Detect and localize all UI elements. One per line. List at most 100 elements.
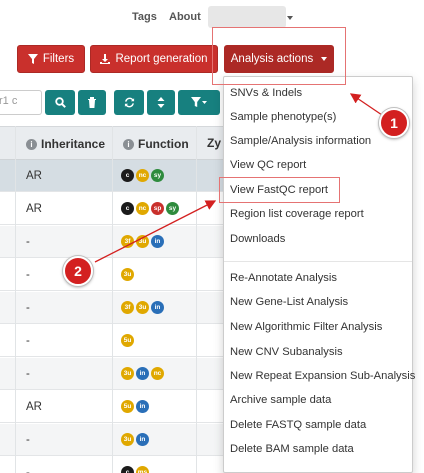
header-function[interactable]: i Function	[123, 127, 189, 161]
function-badge: nc	[136, 169, 149, 182]
function-badge: sy	[166, 202, 179, 215]
user-menu-caret-icon[interactable]	[287, 16, 293, 20]
menu-item-region-list-coverage-report[interactable]: Region list coverage report	[230, 208, 364, 220]
menu-item-new-algorithmic-filter-analysis[interactable]: New Algorithmic Filter Analysis	[230, 321, 382, 333]
clear-search-button[interactable]	[78, 90, 106, 115]
table-header: i Inheritance i Function	[0, 126, 240, 160]
function-badge: 5u	[121, 400, 134, 413]
function-badges: 3u	[121, 268, 134, 281]
column-divider	[15, 126, 16, 473]
inheritance-cell: -	[26, 302, 30, 314]
table-row[interactable]: - c ms	[0, 457, 240, 473]
table-row[interactable]: - 3u in	[0, 424, 240, 456]
header-inheritance[interactable]: i Inheritance	[26, 127, 105, 161]
download-icon	[100, 54, 111, 64]
menu-item-new-repeat-expansion-sub-analysis[interactable]: New Repeat Expansion Sub-Analysis	[230, 370, 415, 382]
inheritance-cell: -	[26, 269, 30, 281]
function-badge: in	[151, 301, 164, 314]
table-row[interactable]: AR c nc sy	[0, 160, 240, 192]
menu-item-new-cnv-subanalysis[interactable]: New CNV Subanalysis	[230, 346, 343, 358]
user-menu[interactable]	[208, 6, 286, 28]
function-badge: c	[121, 169, 134, 182]
table-row[interactable]: - 3u in nc	[0, 358, 240, 390]
table-row[interactable]: - 3u	[0, 259, 240, 291]
function-badges: 3f 3u in	[121, 301, 164, 314]
inheritance-cell: AR	[26, 170, 42, 182]
filter-dropdown-icon	[191, 97, 207, 107]
function-badge: 3u	[136, 235, 149, 248]
search-placeholder: r1 c	[0, 95, 18, 107]
table-row[interactable]: - 3f 3u in	[0, 292, 240, 324]
table-row[interactable]: - 5u	[0, 325, 240, 357]
menu-item-snvs-indels[interactable]: SNVs & Indels	[230, 87, 302, 99]
function-badge: nc	[151, 367, 164, 380]
menu-item-re-annotate-analysis[interactable]: Re-Annotate Analysis	[230, 272, 337, 284]
function-badge: nc	[136, 202, 149, 215]
function-badge: 3f	[121, 301, 134, 314]
function-badge: sy	[151, 169, 164, 182]
function-badge: in	[151, 235, 164, 248]
inheritance-cell: AR	[26, 203, 42, 215]
menu-item-delete-bam-sample-data[interactable]: Delete BAM sample data	[230, 443, 354, 455]
header-zygosity-label: Zy	[207, 136, 222, 150]
function-badge: c	[121, 202, 134, 215]
nav-about-link[interactable]: About	[169, 11, 201, 23]
column-filter-button[interactable]	[178, 90, 220, 115]
menu-item-archive-sample-data[interactable]: Archive sample data	[230, 394, 331, 406]
function-badge: sp	[151, 202, 164, 215]
header-function-label: Function	[138, 137, 189, 151]
inheritance-cell: -	[26, 236, 30, 248]
function-badges: 3u in nc	[121, 367, 164, 380]
highlight-fastqc-item	[219, 177, 340, 203]
sort-icon	[157, 97, 165, 108]
header-inheritance-label: Inheritance	[41, 137, 106, 151]
menu-item-sample-analysis-information[interactable]: Sample/Analysis information	[230, 135, 371, 147]
function-badge: 5u	[121, 334, 134, 347]
function-badge: in	[136, 367, 149, 380]
inheritance-cell: AR	[26, 401, 42, 413]
menu-item-downloads[interactable]: Downloads	[230, 233, 285, 245]
filters-button[interactable]: Filters	[17, 45, 85, 73]
function-badge: 3u	[121, 367, 134, 380]
menu-item-new-gene-list-analysis[interactable]: New Gene-List Analysis	[230, 296, 348, 308]
sort-button[interactable]	[147, 90, 175, 115]
menu-divider	[224, 261, 412, 262]
inheritance-cell: -	[26, 368, 30, 380]
column-divider	[196, 126, 197, 473]
function-badges: 5u	[121, 334, 134, 347]
function-badge: ms	[136, 466, 149, 473]
filters-button-label: Filters	[42, 53, 75, 65]
nav-tags-link[interactable]: Tags	[132, 11, 157, 23]
column-divider	[112, 126, 113, 473]
function-badges: 5u in	[121, 400, 149, 413]
inheritance-cell: -	[26, 335, 30, 347]
refresh-button[interactable]	[114, 90, 144, 115]
function-badge: in	[136, 400, 149, 413]
search-icon	[54, 97, 66, 108]
function-badge: in	[136, 433, 149, 446]
function-badge: 3f	[121, 235, 134, 248]
analysis-actions-menu: SNVs & Indels Sample phenotype(s) Sample/A…	[223, 76, 415, 473]
trash-icon	[88, 97, 96, 108]
table-row[interactable]: AR c nc sp sy	[0, 193, 240, 225]
menu-item-view-qc-report[interactable]: View QC report	[230, 159, 306, 171]
inheritance-cell: -	[26, 434, 30, 446]
function-badge: 3u	[121, 433, 134, 446]
info-icon: i	[26, 138, 37, 150]
annotation-marker-2: 2	[63, 256, 93, 286]
inheritance-cell: -	[26, 467, 30, 473]
report-generation-label: Report generation	[115, 53, 208, 65]
menu-item-delete-fastq-sample-data[interactable]: Delete FASTQ sample data	[230, 419, 366, 431]
table-row[interactable]: AR 5u in	[0, 391, 240, 423]
annotation-marker-1: 1	[379, 108, 409, 138]
search-button[interactable]	[45, 90, 75, 115]
function-badge: c	[121, 466, 134, 473]
report-generation-button[interactable]: Report generation	[90, 45, 218, 73]
menu-item-sample-phenotype-s[interactable]: Sample phenotype(s)	[230, 111, 336, 123]
refresh-icon	[124, 97, 134, 108]
table-row[interactable]: - 3f 3u in	[0, 226, 240, 258]
search-input[interactable]: r1 c	[0, 90, 42, 115]
function-badges: 3f 3u in	[121, 235, 164, 248]
function-badges: c ms	[121, 466, 149, 473]
function-badges: 3u in	[121, 433, 149, 446]
